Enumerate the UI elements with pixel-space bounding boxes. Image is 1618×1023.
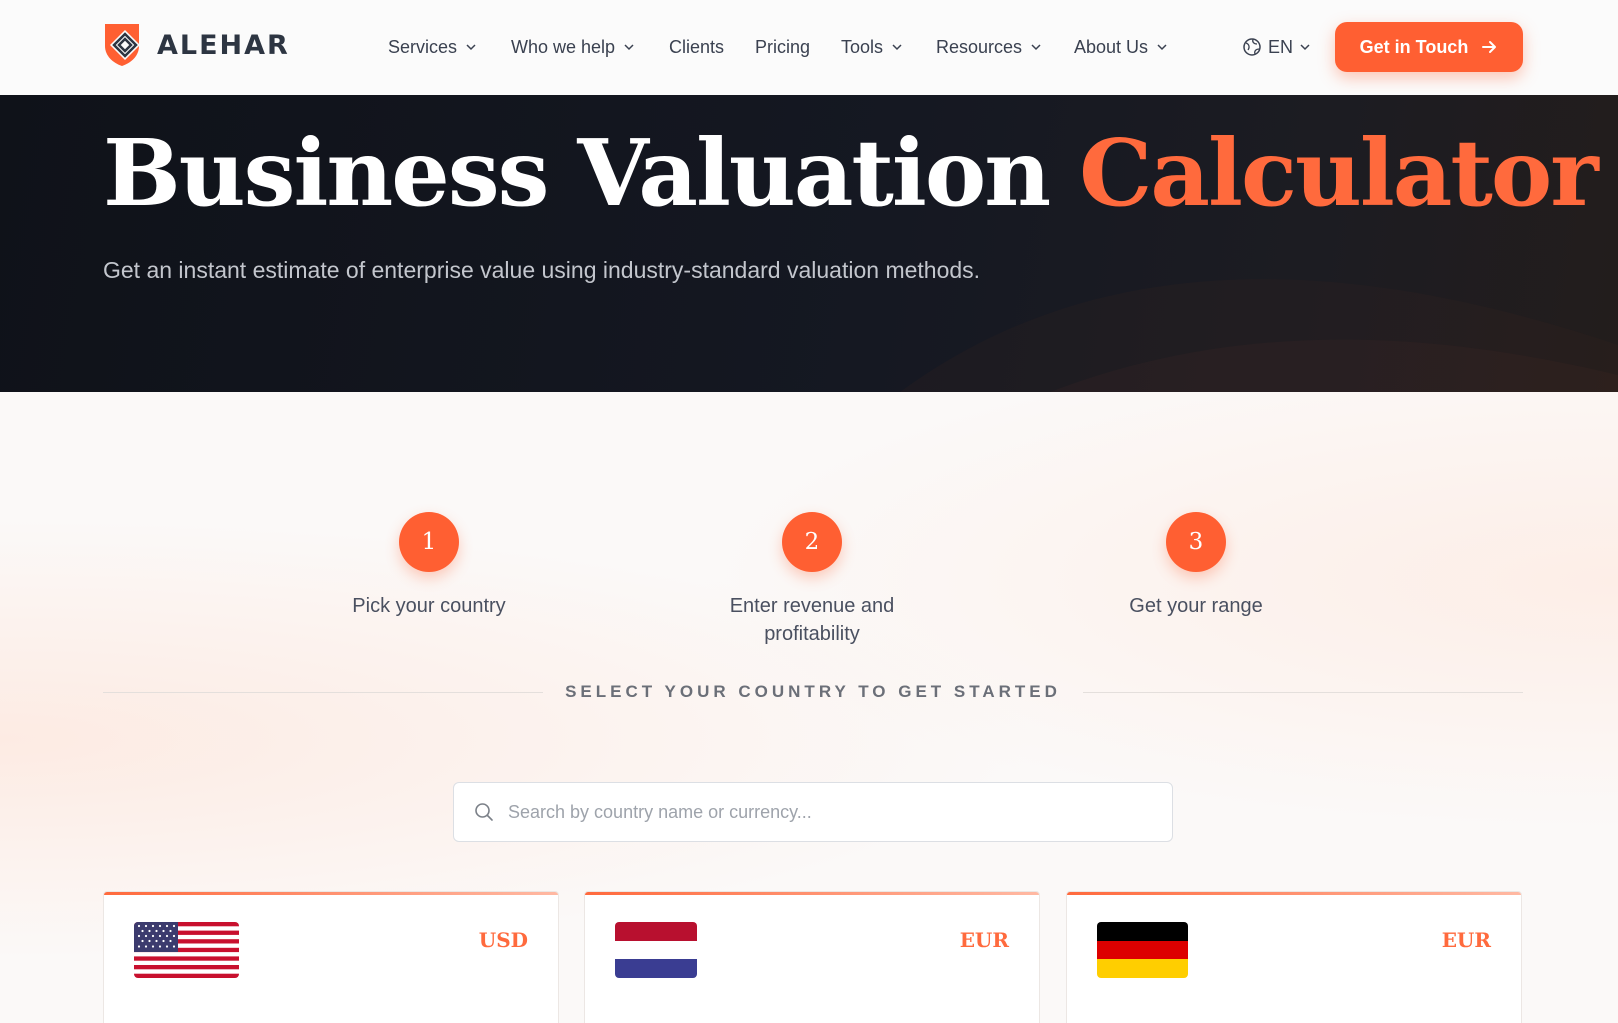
step-label: Get your range (1129, 595, 1263, 617)
germany-flag-icon (1097, 922, 1188, 978)
page-title-main: Business Valuation (103, 119, 1051, 227)
step-number-badge: 3 (1166, 512, 1226, 572)
language-selector[interactable]: EN (1242, 31, 1311, 63)
chevron-down-icon (1300, 44, 1310, 51)
nav-item-label: About Us (1074, 36, 1149, 57)
chevron-down-icon (1157, 44, 1167, 51)
globe-icon (1243, 38, 1261, 56)
page-title: Business Valuation Calculator (103, 122, 1599, 224)
step-label: Pick your country (352, 595, 506, 617)
step-1: 1 Pick your country (299, 512, 559, 620)
netherlands-flag-icon (615, 922, 697, 978)
country-card-usa[interactable]: USD (103, 891, 559, 1023)
step-label: Enter revenue and profitability (729, 595, 895, 645)
country-section-heading: SELECT YOUR COUNTRY TO GET STARTED (103, 680, 1523, 704)
country-card-netherlands[interactable]: EUR (584, 891, 1040, 1023)
nav-item-tools[interactable]: Tools (841, 31, 903, 63)
chevron-down-icon (892, 44, 902, 51)
card-accent-bar (585, 892, 1039, 895)
step-3: 3 Get your range (1066, 512, 1326, 620)
card-accent-bar (1067, 892, 1521, 895)
card-accent-bar (104, 892, 558, 895)
us-flag-icon (134, 922, 239, 978)
nav-item-label: Clients (669, 36, 725, 57)
hero-section: Business Valuation Calculator Get an ins… (0, 95, 1618, 392)
calculator-section: 1 Pick your country 2 Enter revenue and … (0, 392, 1618, 1023)
chevron-down-icon (624, 44, 634, 51)
nav-item-clients[interactable]: Clients (669, 31, 724, 63)
brand-logo-icon (105, 24, 140, 66)
nav-item-pricing[interactable]: Pricing (755, 31, 810, 63)
brand-logo[interactable]: ALEHAR (103, 22, 290, 68)
country-card-germany[interactable]: EUR (1066, 891, 1522, 1023)
nav-item-label: Who we help (511, 36, 616, 57)
get-in-touch-button[interactable]: Get in Touch (1335, 22, 1523, 72)
divider-line (1082, 691, 1523, 693)
page-subtitle: Get an instant estimate of enterprise va… (103, 257, 981, 283)
nav-item-resources[interactable]: Resources (936, 31, 1042, 63)
language-code: EN (1268, 36, 1294, 57)
search-icon (475, 803, 493, 821)
nav-item-label: Resources (936, 36, 1023, 57)
nav-item-label: Tools (841, 36, 884, 57)
divider-line (103, 691, 544, 693)
currency-code: EUR (1441, 928, 1491, 952)
nav-item-label: Services (388, 36, 458, 57)
arrow-right-icon (1482, 41, 1497, 53)
brand-name: ALEHAR (157, 29, 290, 61)
cta-label: Get in Touch (1359, 36, 1469, 57)
nav-item-services[interactable]: Services (388, 31, 477, 63)
step-number-badge: 2 (782, 512, 842, 572)
country-search-box[interactable] (453, 782, 1173, 842)
country-section-heading-text: SELECT YOUR COUNTRY TO GET STARTED (565, 682, 1061, 701)
chevron-down-icon (466, 44, 476, 51)
country-search-input[interactable] (508, 783, 1172, 841)
currency-code: USD (478, 928, 528, 952)
step-2: 2 Enter revenue and profitability (682, 512, 942, 648)
currency-code: EUR (959, 928, 1009, 952)
nav-item-label: Pricing (755, 36, 811, 57)
nav-item-about-us[interactable]: About Us (1074, 31, 1168, 63)
chevron-down-icon (1031, 44, 1041, 51)
site-header: ALEHAR Services Who we help Clients Pric… (0, 0, 1618, 95)
page-title-accent: Calculator (1079, 119, 1599, 227)
nav-item-who-we-help[interactable]: Who we help (511, 31, 635, 63)
step-number-badge: 1 (399, 512, 459, 572)
